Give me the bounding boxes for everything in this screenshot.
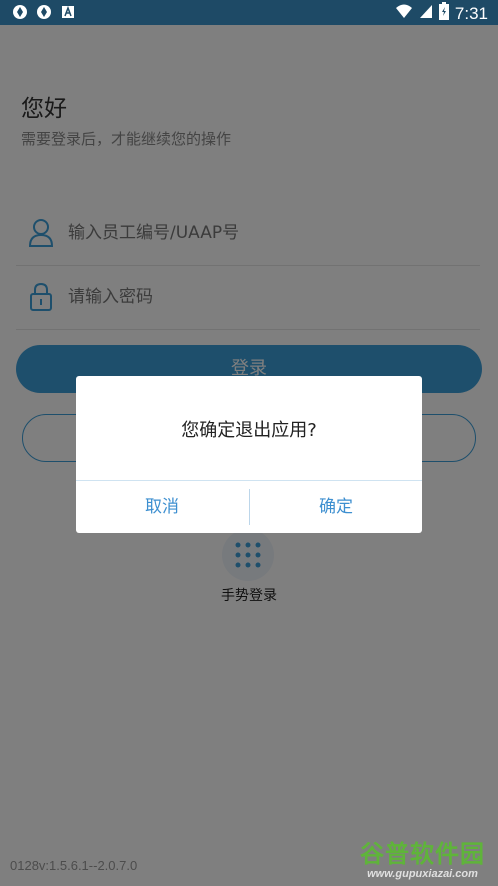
sync-icon (36, 4, 52, 20)
sync-icon (12, 4, 28, 20)
system-icons: 7:31 (395, 2, 488, 24)
confirm-button[interactable]: 确定 (250, 481, 422, 533)
battery-icon (438, 2, 449, 24)
a-badge-icon (60, 4, 76, 20)
wifi-icon (395, 3, 413, 23)
dialog-message: 您确定退出应用? (181, 420, 317, 441)
watermark-logo: 谷普软件园 www.gupuxiazai.com (347, 834, 498, 886)
exit-confirm-dialog: 您确定退出应用? 取消 确定 (76, 376, 422, 533)
signal-icon (419, 3, 433, 23)
watermark-title: 谷普软件园 (360, 840, 485, 868)
status-bar: 7:31 (0, 0, 498, 25)
notification-icons (12, 4, 76, 20)
status-time: 7:31 (454, 3, 488, 23)
cancel-button[interactable]: 取消 (76, 481, 248, 533)
watermark-url: www.gupuxiazai.com (367, 868, 478, 880)
